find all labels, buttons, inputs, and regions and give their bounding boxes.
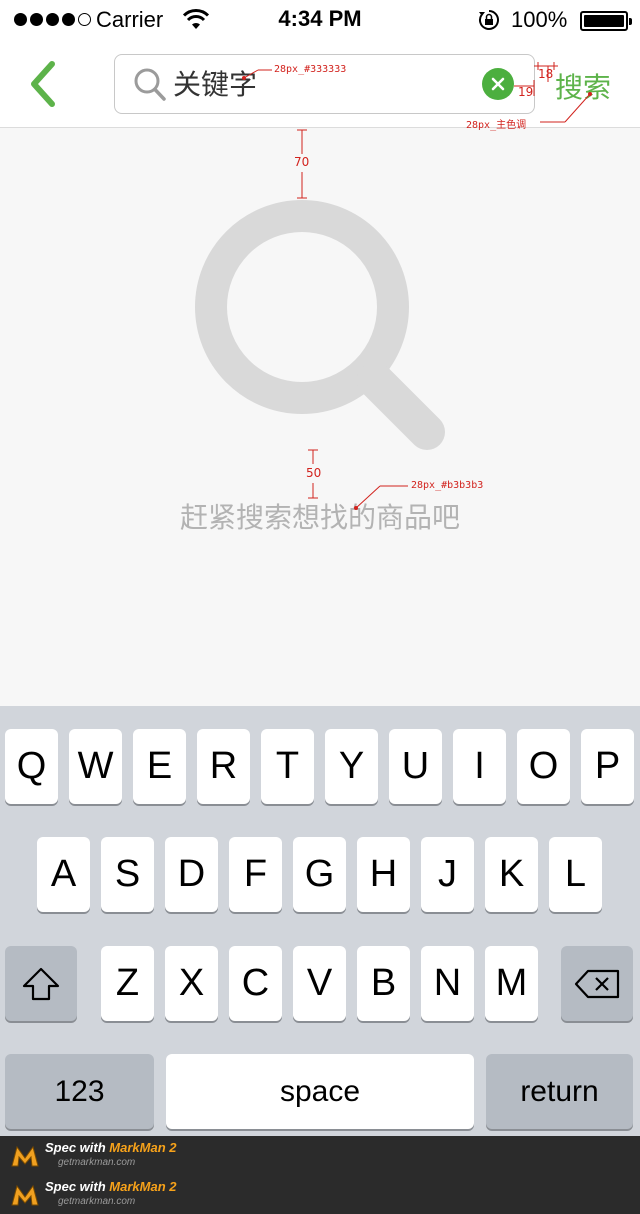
key-m[interactable]: M (485, 946, 538, 1021)
battery-percentage: 100% (511, 7, 568, 32)
markman-url: getmarkman.com (58, 1157, 136, 1168)
markman-spec-label: Spec with MarkMan 2 (45, 1140, 177, 1155)
status-bar: Carrier 4:34 PM 100% (0, 0, 640, 40)
key-c[interactable]: C (229, 946, 282, 1021)
close-icon (491, 77, 505, 91)
navigation-bar: 搜索 (0, 40, 640, 128)
key-i[interactable]: I (453, 729, 506, 804)
key-l[interactable]: L (549, 837, 602, 912)
key-x[interactable]: X (165, 946, 218, 1021)
key-w[interactable]: W (69, 729, 122, 804)
key-j[interactable]: J (421, 837, 474, 912)
clear-button[interactable] (482, 68, 514, 100)
empty-search-icon (195, 200, 445, 450)
key-y[interactable]: Y (325, 729, 378, 804)
annotation-gap-top: 70 (294, 155, 310, 169)
keyboard: QWERTYUIOP ASDFGHJKL ZXCVBNM 123 space r… (0, 706, 640, 1136)
key-v[interactable]: V (293, 946, 346, 1021)
key-d[interactable]: D (165, 837, 218, 912)
annotation-button-spec: 28px_主色调 (466, 120, 527, 131)
numbers-key[interactable]: 123 (5, 1054, 154, 1129)
return-key[interactable]: return (486, 1054, 633, 1129)
key-e[interactable]: E (133, 729, 186, 804)
search-icon (134, 68, 166, 101)
space-key[interactable]: space (166, 1054, 474, 1129)
annotation-gap-button-v: 19 (518, 85, 534, 99)
key-b[interactable]: B (357, 946, 410, 1021)
annotation-gap-text: 50 (306, 466, 322, 480)
key-a[interactable]: A (37, 837, 90, 912)
annotation-input-spec: 28px_#333333 (274, 64, 347, 75)
key-r[interactable]: R (197, 729, 250, 804)
key-p[interactable]: P (581, 729, 634, 804)
key-u[interactable]: U (389, 729, 442, 804)
shift-icon (22, 967, 60, 1000)
key-t[interactable]: T (261, 729, 314, 804)
markman-banner: Spec with MarkMan 2 getmarkman.com (0, 1136, 640, 1175)
key-s[interactable]: S (101, 837, 154, 912)
key-h[interactable]: H (357, 837, 410, 912)
key-q[interactable]: Q (5, 729, 58, 804)
rotation-lock-icon (479, 10, 499, 30)
empty-state-message: 赶紧搜索想找的商品吧 (179, 501, 460, 534)
shift-key[interactable] (5, 946, 77, 1021)
key-k[interactable]: K (485, 837, 538, 912)
battery-icon (580, 11, 632, 31)
annotation-text-spec: 28px_#b3b3b3 (411, 480, 484, 491)
key-n[interactable]: N (421, 946, 474, 1021)
key-f[interactable]: F (229, 837, 282, 912)
delete-key[interactable] (561, 946, 633, 1021)
back-chevron-icon[interactable] (22, 58, 66, 110)
backspace-icon (574, 969, 620, 998)
key-z[interactable]: Z (101, 946, 154, 1021)
markman-logo-icon (11, 1145, 39, 1167)
markman-url: getmarkman.com (58, 1196, 136, 1207)
key-g[interactable]: G (293, 837, 346, 912)
search-button[interactable]: 搜索 (555, 66, 611, 106)
markman-logo-icon (11, 1184, 39, 1206)
key-o[interactable]: O (517, 729, 570, 804)
markman-banner: Spec with MarkMan 2 getmarkman.com (0, 1175, 640, 1214)
markman-spec-label: Spec with MarkMan 2 (45, 1179, 177, 1194)
annotation-gap-button-h: 18 (538, 67, 554, 81)
search-box[interactable] (114, 54, 535, 114)
